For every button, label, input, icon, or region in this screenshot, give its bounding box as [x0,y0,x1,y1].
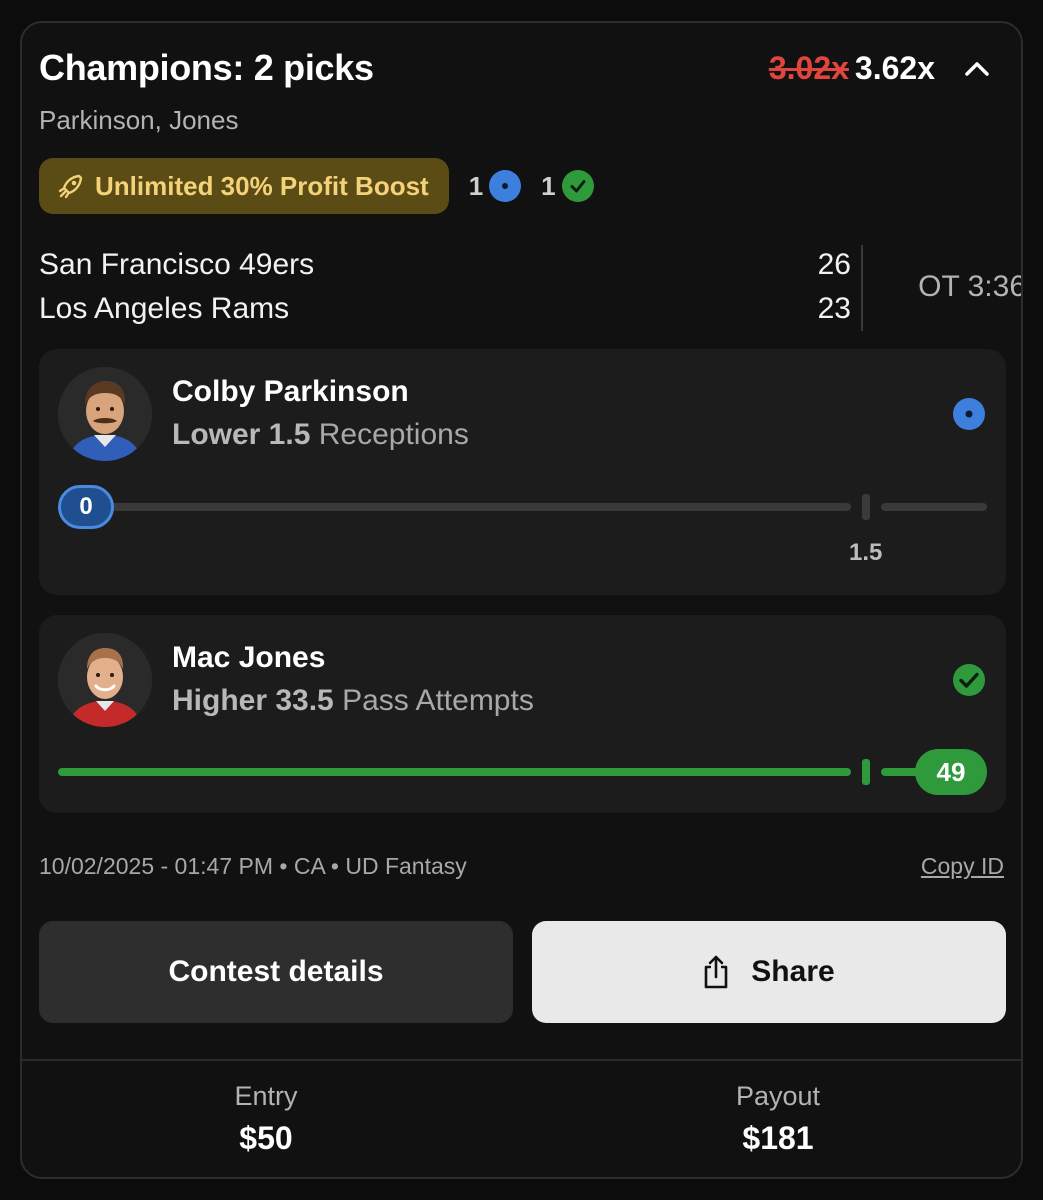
player-name: Mac Jones [172,641,326,674]
footer-divider [22,1059,1021,1061]
progress-track [58,768,851,776]
entry-title: Champions: 2 picks [39,47,374,88]
line-marker-label: 1.5 [849,539,883,566]
players-subtitle: Parkinson, Jones [39,105,239,135]
rocket-icon [58,174,83,199]
payout-label: Payout [735,1081,821,1111]
copy-id-link[interactable]: Copy ID [921,853,1004,880]
progress-track-over [881,503,987,511]
checkmark-icon [561,170,594,202]
pick-card-jones[interactable]: Mac Jones Higher 33.5 Pass Attempts 49 [39,615,1006,813]
profit-boost-badge: Unlimited 30% Profit Boost [39,158,449,214]
avatar [58,367,152,461]
checkmark-icon [953,664,985,696]
player-name: Colby Parkinson [172,375,409,408]
multiplier-new: 3.62x [854,50,935,86]
entry-meta: 10/02/2025 - 01:47 PM • CA • UD Fantasy [39,853,467,879]
pick-direction: Lower 1.5 [172,418,311,451]
payout-value: $181 [742,1120,814,1156]
score-home: 26 [817,248,851,281]
won-count: 1 [541,170,594,202]
share-button[interactable]: Share [532,921,1006,1023]
avatar [58,633,152,727]
team-away: Los Angeles Rams [39,292,290,325]
pick-stat: Receptions [318,418,469,451]
contest-details-button[interactable]: Contest details [39,921,513,1023]
pick-card-parkinson[interactable]: Colby Parkinson Lower 1.5 Receptions 1.5… [39,349,1006,595]
chevron-up-icon [965,62,989,76]
multiplier: 3.02x 3.62x [769,50,935,87]
payout-amount: Payout $181 [628,1081,928,1157]
team-home: San Francisco 49ers [39,248,315,281]
entry-value: $50 [239,1120,293,1156]
boost-row: Unlimited 30% Profit Boost 1 1 [39,158,594,214]
pick-line: Lower 1.5 Receptions [172,418,469,452]
pending-status-icon [489,170,522,202]
pending-count: 1 [468,170,522,202]
score-away: 23 [817,292,851,325]
pending-count-value: 1 [468,170,484,201]
game-score[interactable]: San Francisco 49ers 26 Los Angeles Rams … [39,245,1021,333]
entry-label: Entry [234,1081,298,1111]
pick-stat: Pass Attempts [342,684,534,717]
entry-amount: Entry $50 [116,1081,416,1157]
share-icon [704,955,728,989]
pending-status-icon [953,398,985,430]
entry-card: Champions: 2 picks 3.02x 3.62x Parkinson… [20,21,1023,1179]
game-clock: OT 3:36 [918,270,1023,303]
won-count-value: 1 [541,170,556,201]
pick-line: Higher 33.5 Pass Attempts [172,684,534,718]
progress-track [95,503,851,511]
score-divider [861,245,863,331]
line-marker [862,494,870,520]
current-value-bubble: 0 [58,485,114,529]
collapse-button[interactable] [959,51,995,87]
pick-direction: Higher 33.5 [172,684,334,717]
line-marker [862,759,870,785]
share-label: Share [751,955,835,988]
profit-boost-label: Unlimited 30% Profit Boost [95,170,429,201]
current-value-bubble: 49 [915,749,987,795]
multiplier-old: 3.02x [768,50,849,86]
